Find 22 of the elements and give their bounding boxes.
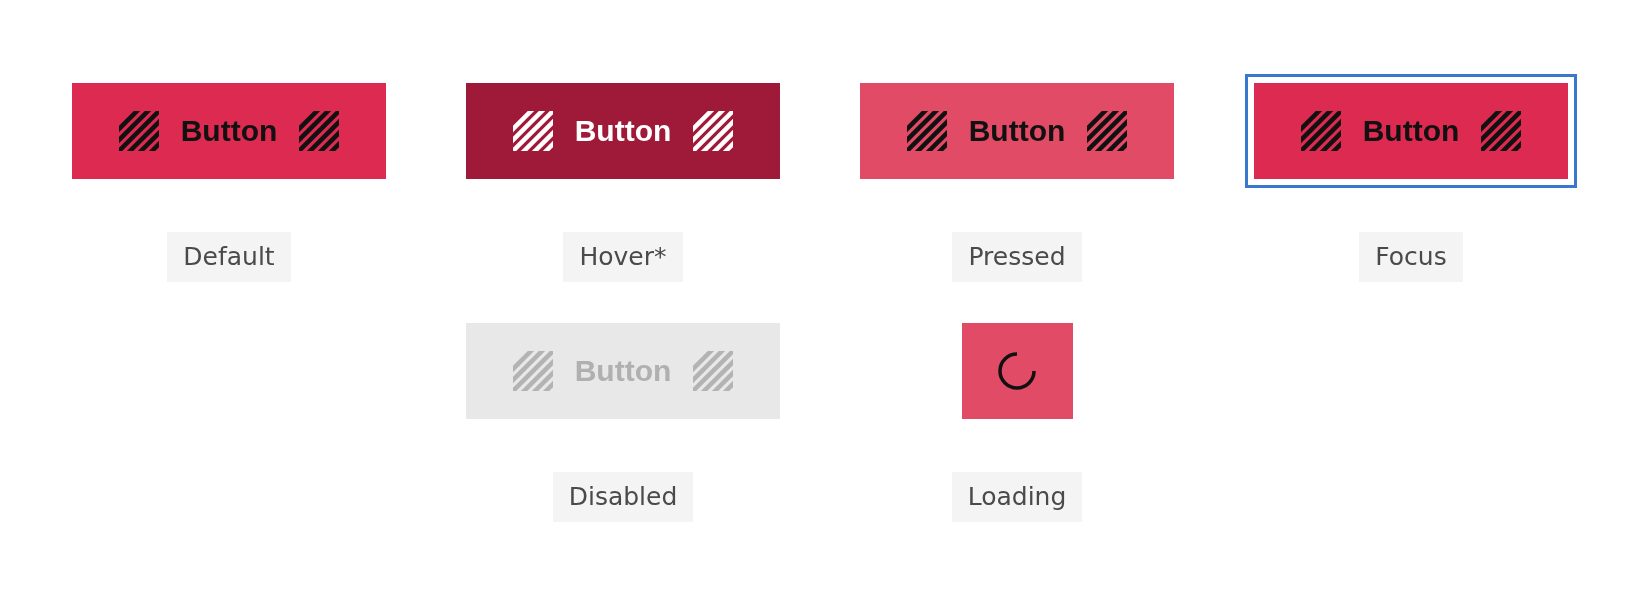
state-label: Loading	[951, 472, 1083, 522]
button[interactable]: Button	[466, 83, 780, 179]
striped-square-icon	[299, 111, 340, 151]
striped-square-icon	[693, 351, 734, 391]
state-label: Default	[167, 232, 291, 282]
striped-square-icon	[1087, 111, 1128, 151]
button[interactable]: Button	[1254, 83, 1568, 179]
striped-square-icon	[906, 111, 947, 151]
striped-square-icon	[118, 111, 159, 151]
button[interactable]: Button	[72, 83, 386, 179]
loading-button[interactable]	[961, 323, 1073, 419]
state-label: Focus	[1359, 232, 1463, 282]
striped-square-icon	[512, 111, 553, 151]
striped-square-icon	[693, 111, 734, 151]
striped-square-icon	[1481, 111, 1522, 151]
spinner-icon	[997, 351, 1037, 391]
button[interactable]: Button	[860, 83, 1174, 179]
state-label: Hover*	[563, 232, 683, 282]
state-label: Pressed	[952, 232, 1082, 282]
striped-square-icon	[1300, 111, 1341, 151]
striped-square-icon	[512, 351, 553, 391]
state-label: Disabled	[552, 472, 694, 522]
